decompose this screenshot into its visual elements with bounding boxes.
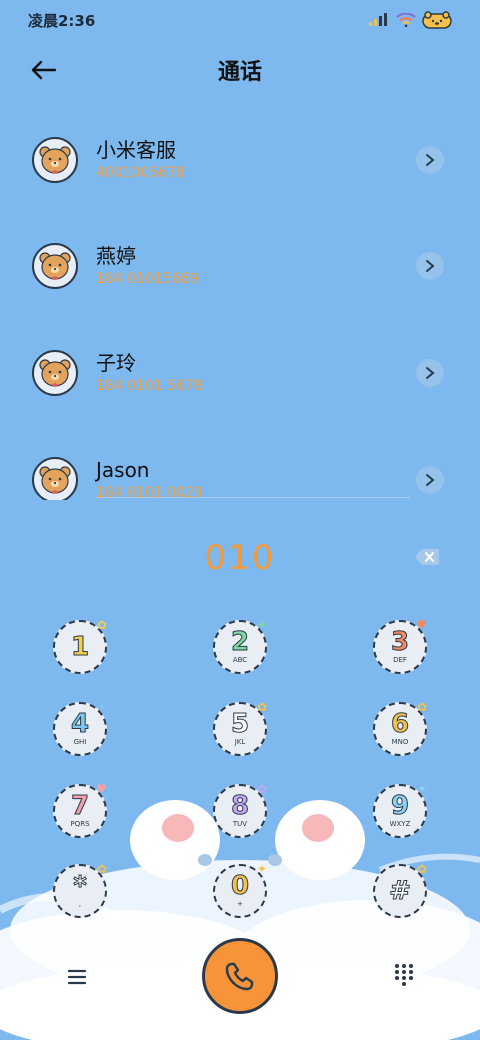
key-decoration-icon: ✿ [256,700,267,714]
contact-detail-button[interactable] [416,359,444,387]
dial-key-letters: GHI [73,738,87,746]
signal-icon [369,13,387,26]
bear-avatar-icon [39,252,71,280]
dial-key-digit: 8 [230,791,250,821]
contact-text: 燕婷 184 01015689 [96,243,198,289]
key-decoration-icon: ✿ [96,618,107,632]
key-decoration-icon: ♥ [416,618,427,632]
header: 通话 [0,46,480,94]
contact-number: 184 0101 5678 [96,378,203,394]
key-decoration-icon: ✿ [96,862,107,876]
dial-key-digit: 5 [230,709,250,739]
dial-key-letters: , [78,900,82,908]
avatar [32,137,78,183]
backspace-icon [415,549,439,565]
dial-key-digit: 2 [230,627,250,657]
status-bar: 凌晨2:36 [0,0,480,40]
back-arrow-icon [31,60,57,80]
dialpad-icon [395,964,413,986]
bottom-bar [0,930,480,1030]
phone-icon [225,962,254,991]
dial-key-digit: 9 [390,791,410,821]
dial-key-letters: ABC [232,656,248,664]
contact-item[interactable]: Jason 184 0101 0029 [0,430,480,500]
contact-detail-button[interactable] [416,466,444,494]
dial-key[interactable]: 4 GHI ✦ [53,700,107,756]
contact-detail-button[interactable] [416,252,444,280]
menu-icon [67,969,87,985]
key-decoration-icon: ✦ [96,700,107,714]
dial-key[interactable]: *, ✿ [53,862,107,918]
dial-key-letters: DEF [393,656,407,664]
bear-avatar-icon [39,359,71,387]
keypad-toggle-button[interactable] [392,962,416,986]
dial-key-letters: + [237,900,243,908]
dial-key-letters: TUV [232,820,248,828]
key-decoration-icon: ✿ [256,782,267,796]
dial-key[interactable]: 9 WXYZ ✦ [373,782,427,838]
backspace-button[interactable] [414,546,440,568]
dial-key-digit: 1 [70,631,90,662]
avatar [32,243,78,289]
list-divider [96,497,410,498]
menu-button[interactable] [64,964,90,990]
contact-name: 子玲 [96,351,136,375]
dial-key-digit: # [389,875,412,906]
dial-key[interactable]: 6 MNO ✿ [373,700,427,756]
dial-key-letters: MNO [391,738,409,746]
dial-key[interactable]: 2 ABC ✦ [213,618,267,674]
chevron-right-icon [426,154,435,166]
dial-number-display[interactable]: 010 [0,530,480,586]
page-title: 通话 [217,60,262,85]
chevron-right-icon [426,367,435,379]
contact-number: 4001005678 [96,165,186,181]
chevron-right-icon [426,260,435,272]
key-decoration-icon: ✿ [416,700,427,714]
contact-detail-button[interactable] [416,146,444,174]
contact-text: 子玲 184 0101 5678 [96,350,203,396]
key-decoration-icon: ✦ [256,618,267,632]
dial-key-digit: 7 [70,791,90,821]
key-decoration-icon: ✦ [416,782,427,796]
dial-key[interactable]: 8 TUV ✿ [213,782,267,838]
chevron-right-icon [426,474,435,486]
key-decoration-icon: ✦ [256,862,267,876]
call-button[interactable] [202,938,278,1014]
contact-item[interactable]: 燕婷 184 01015689 [0,216,480,316]
dial-key-digit: 6 [390,709,410,739]
dial-key-digit: 4 [70,709,90,739]
contact-item[interactable]: 子玲 184 0101 5678 [0,323,480,423]
dial-key-digit: 0 [230,871,250,901]
dial-key-digit: * [73,871,88,901]
bear-avatar-icon [39,146,71,174]
status-time: 凌晨2:36 [28,11,96,30]
dial-key-letters: JKL [234,738,246,746]
contact-text: 小米客服 4001005678 [96,137,185,183]
dial-key[interactable]: 1 ✿ [53,618,107,674]
avatar [32,350,78,396]
contact-name: Jason [96,458,150,482]
contact-text: Jason 184 0101 0029 [96,457,203,500]
status-icons [368,11,452,29]
wifi-icon [396,13,416,27]
contact-list: 小米客服 4001005678 燕婷 184 01015689 子玲 184 0… [0,110,480,500]
dial-key-letters: PQRS [70,820,90,828]
contact-number: 184 01015689 [96,271,199,287]
back-button[interactable] [30,56,58,84]
dial-key[interactable]: 5 JKL ✿ [213,700,267,756]
dial-key[interactable]: 0 + ✦ [213,862,267,918]
contact-name: 小米客服 [96,138,176,162]
dial-key[interactable]: # ✿ [373,862,427,918]
avatar [32,457,78,500]
key-decoration-icon: ✿ [416,862,427,876]
bear-avatar-icon [39,466,71,494]
contact-name: 燕婷 [96,244,136,268]
dial-key[interactable]: 7 PQRS ♥ [53,782,107,838]
dial-key-letters: WXYZ [389,820,411,828]
battery-bear-icon [422,11,452,29]
dial-key[interactable]: 3 DEF ♥ [373,618,427,674]
dial-key-digit: 3 [390,627,410,657]
contact-item[interactable]: 小米客服 4001005678 [0,110,480,210]
key-decoration-icon: ♥ [96,782,107,796]
